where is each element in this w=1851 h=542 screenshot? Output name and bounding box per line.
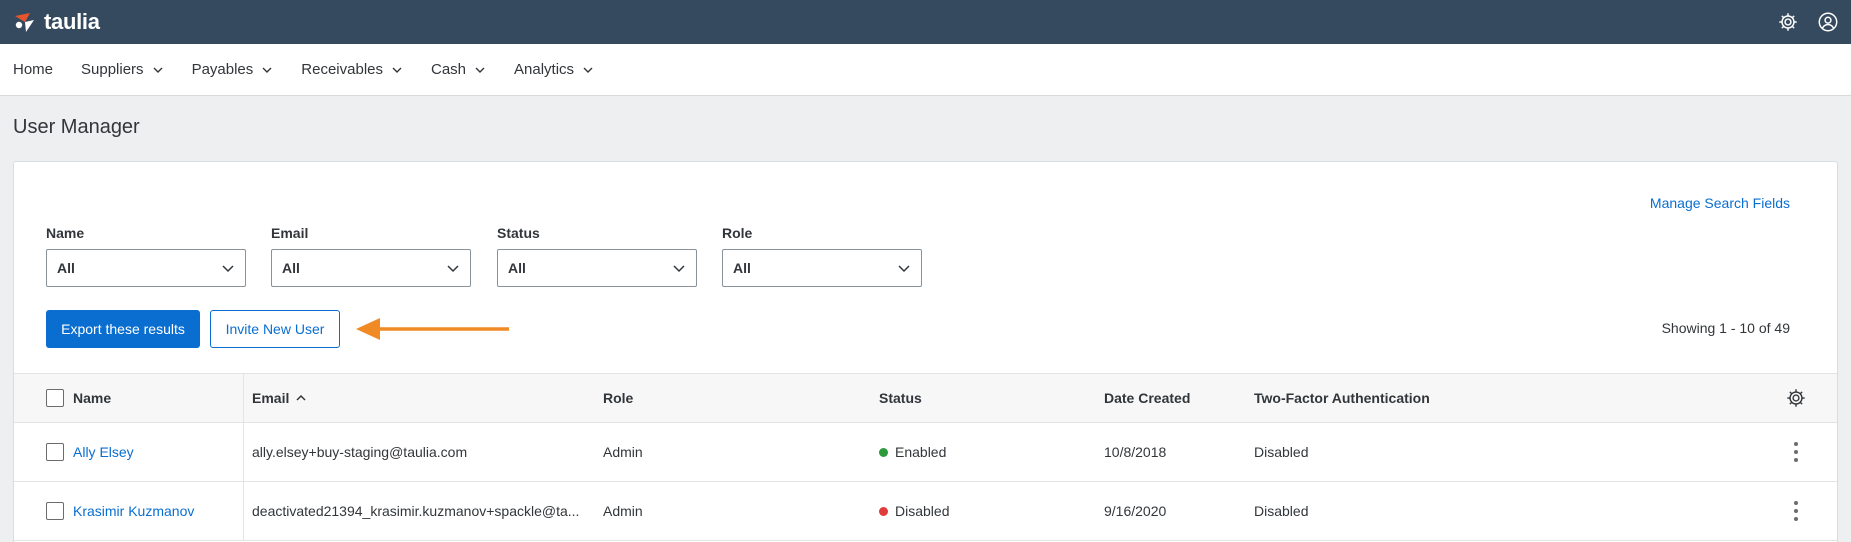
sort-ascending-icon xyxy=(296,394,306,401)
user-role: Admin xyxy=(603,444,643,460)
status-filter-label: Status xyxy=(497,225,540,241)
user-two-factor: Disabled xyxy=(1254,444,1309,460)
user-status: Enabled xyxy=(879,423,946,481)
nav-analytics[interactable]: Analytics xyxy=(514,61,594,78)
user-status: Disabled xyxy=(879,482,949,540)
users-table: Name Email Role Status Date Created Two-… xyxy=(14,373,1837,541)
header-date-created[interactable]: Date Created xyxy=(1104,374,1190,422)
column-divider xyxy=(243,374,244,422)
nav-suppliers-label: Suppliers xyxy=(81,61,144,78)
row-actions-cell xyxy=(1792,482,1800,540)
brand-logo[interactable]: taulia xyxy=(12,9,100,35)
nav-home-label: Home xyxy=(13,61,54,78)
chevron-down-icon xyxy=(583,67,593,73)
email-filter-select[interactable]: All xyxy=(271,249,471,287)
status-filter-value: All xyxy=(508,260,526,276)
main-navigation: Home Suppliers Payables Receivables Cash… xyxy=(0,44,1851,96)
row-select-cell xyxy=(46,423,64,481)
user-account-icon[interactable] xyxy=(1817,11,1839,33)
table-header: Name Email Role Status Date Created Two-… xyxy=(14,373,1837,423)
select-all-checkbox[interactable] xyxy=(46,389,64,407)
nav-payables-label: Payables xyxy=(191,61,254,78)
name-filter: Name All xyxy=(46,225,246,287)
brand-name: taulia xyxy=(44,9,100,34)
user-date-created: 9/16/2020 xyxy=(1104,503,1167,519)
table-row: Krasimir Kuzmanov deactivated21394_krasi… xyxy=(14,482,1837,541)
user-email: ally.elsey+buy-staging@taulia.com xyxy=(252,444,468,460)
user-two-factor: Disabled xyxy=(1254,503,1309,519)
nav-analytics-label: Analytics xyxy=(514,61,575,78)
role-filter-value: All xyxy=(733,260,751,276)
chevron-down-icon xyxy=(898,265,910,273)
role-filter-label: Role xyxy=(722,225,753,241)
user-date-created: 10/8/2018 xyxy=(1104,444,1167,460)
annotation-arrow-icon xyxy=(356,318,509,340)
chevron-down-icon xyxy=(392,67,402,73)
role-filter-select[interactable]: All xyxy=(722,249,922,287)
name-filter-value: All xyxy=(57,260,75,276)
more-options-icon[interactable] xyxy=(1792,441,1800,463)
user-name-link[interactable]: Krasimir Kuzmanov xyxy=(73,482,194,540)
gear-icon[interactable] xyxy=(1785,387,1807,409)
user-role: Admin xyxy=(603,503,643,519)
nav-receivables[interactable]: Receivables xyxy=(301,61,403,78)
select-all-cell xyxy=(46,374,64,422)
user-status-label: Enabled xyxy=(895,444,947,460)
row-checkbox[interactable] xyxy=(46,443,64,461)
row-checkbox[interactable] xyxy=(46,502,64,520)
chevron-down-icon xyxy=(673,265,685,273)
name-filter-select[interactable]: All xyxy=(46,249,246,287)
column-divider xyxy=(243,423,244,481)
header-email-label: Email xyxy=(252,390,290,406)
chevron-down-icon xyxy=(447,265,459,273)
nav-suppliers[interactable]: Suppliers xyxy=(81,61,164,78)
column-divider xyxy=(243,482,244,540)
taulia-logo-icon xyxy=(15,13,34,32)
row-actions-cell xyxy=(1792,423,1800,481)
email-filter-label: Email xyxy=(271,225,309,241)
user-manager-card: Manage Search Fields Name All Email All … xyxy=(13,161,1838,542)
more-options-icon[interactable] xyxy=(1792,500,1800,522)
row-select-cell xyxy=(46,482,64,540)
header-two-factor[interactable]: Two-Factor Authentication xyxy=(1254,374,1430,422)
user-email: deactivated21394_krasimir.kuzmanov+spack… xyxy=(252,503,580,519)
name-filter-label: Name xyxy=(46,225,85,241)
top-bar: taulia xyxy=(0,0,1851,44)
user-name-link[interactable]: Ally Elsey xyxy=(73,423,134,481)
email-filter: Email All xyxy=(271,225,471,287)
export-results-button[interactable]: Export these results xyxy=(46,310,200,348)
nav-cash[interactable]: Cash xyxy=(431,61,486,78)
role-filter: Role All xyxy=(722,225,922,287)
nav-payables[interactable]: Payables xyxy=(192,61,274,78)
status-disabled-dot-icon xyxy=(879,506,888,516)
header-email[interactable]: Email xyxy=(252,374,307,422)
user-status-label: Disabled xyxy=(895,503,950,519)
email-filter-value: All xyxy=(282,260,300,276)
manage-search-fields-link[interactable]: Manage Search Fields xyxy=(1650,195,1790,211)
gear-icon[interactable] xyxy=(1777,11,1799,33)
invite-new-user-button[interactable]: Invite New User xyxy=(210,310,340,348)
nav-cash-label: Cash xyxy=(431,61,467,78)
chevron-down-icon xyxy=(262,67,272,73)
nav-home[interactable]: Home xyxy=(13,61,53,78)
status-filter-select[interactable]: All xyxy=(497,249,697,287)
table-settings-cell xyxy=(1785,374,1807,422)
header-name[interactable]: Name xyxy=(73,374,111,422)
chevron-down-icon xyxy=(153,67,163,73)
header-status[interactable]: Status xyxy=(879,374,922,422)
nav-receivables-label: Receivables xyxy=(301,61,383,78)
page-title: User Manager xyxy=(13,116,140,138)
chevron-down-icon xyxy=(475,67,485,73)
table-row: Ally Elsey ally.elsey+buy-staging@taulia… xyxy=(14,423,1837,482)
chevron-down-icon xyxy=(222,265,234,273)
results-count: Showing 1 - 10 of 49 xyxy=(1661,320,1790,336)
status-enabled-dot-icon xyxy=(879,447,888,457)
header-role[interactable]: Role xyxy=(603,374,633,422)
status-filter: Status All xyxy=(497,225,697,287)
